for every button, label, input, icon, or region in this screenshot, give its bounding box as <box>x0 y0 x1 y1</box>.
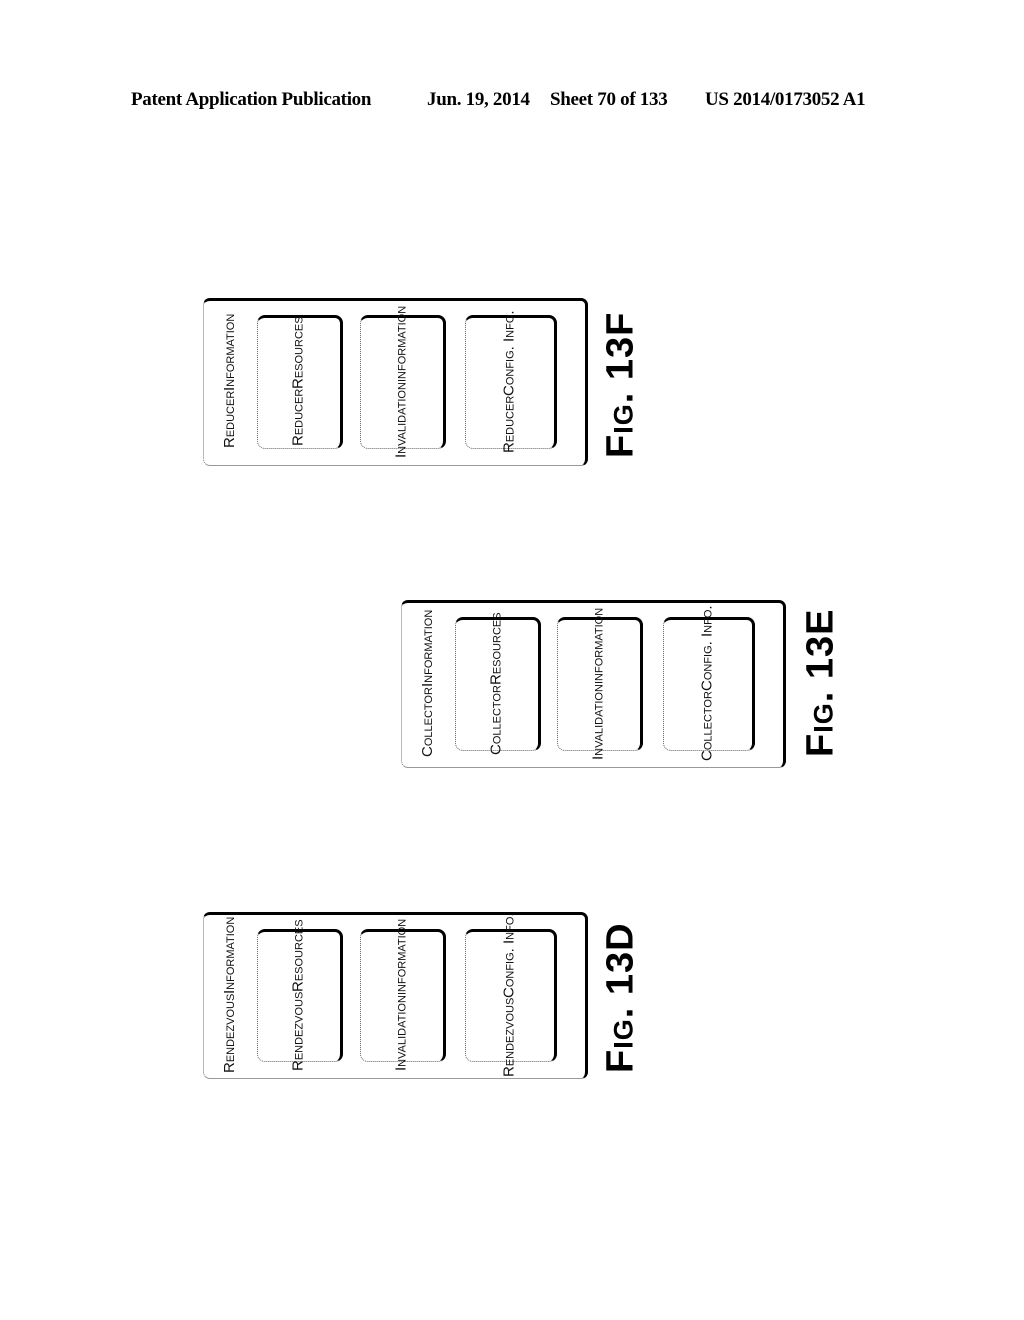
publication-title: Patent Application Publication <box>131 89 372 110</box>
figure-label: Fig. 13F <box>599 311 642 459</box>
figure-label: Fig. 13E <box>799 608 842 758</box>
box-label: Reducer Resources <box>289 316 307 447</box>
box-label: Collector Resources <box>487 612 505 755</box>
box-label: Invalidation information <box>392 918 410 1072</box>
outer-title: Reducer Information <box>221 313 238 449</box>
patent-number: US 2014/0173052 A1 <box>705 89 866 110</box>
box-label: Collector Config. Info. <box>698 605 716 762</box>
box-label: Rendezvous Resources <box>289 919 307 1071</box>
outer-title: Collector Information <box>419 609 436 757</box>
page-header: Patent Application Publication Jun. 19, … <box>0 89 1024 113</box>
publication-date: Jun. 19, 2014 <box>427 89 530 110</box>
box-label: Invalidation information <box>589 607 607 760</box>
box-label: Invalidation information <box>392 305 410 458</box>
box-label: Reducer Config. Info. <box>500 310 518 453</box>
outer-title: Rendezvous Information <box>221 916 238 1074</box>
figure-label: Fig. 13D <box>599 922 642 1074</box>
box-label: Rendezvous Config. Info. <box>500 912 518 1078</box>
sheet-number: Sheet 70 of 133 <box>550 89 668 110</box>
